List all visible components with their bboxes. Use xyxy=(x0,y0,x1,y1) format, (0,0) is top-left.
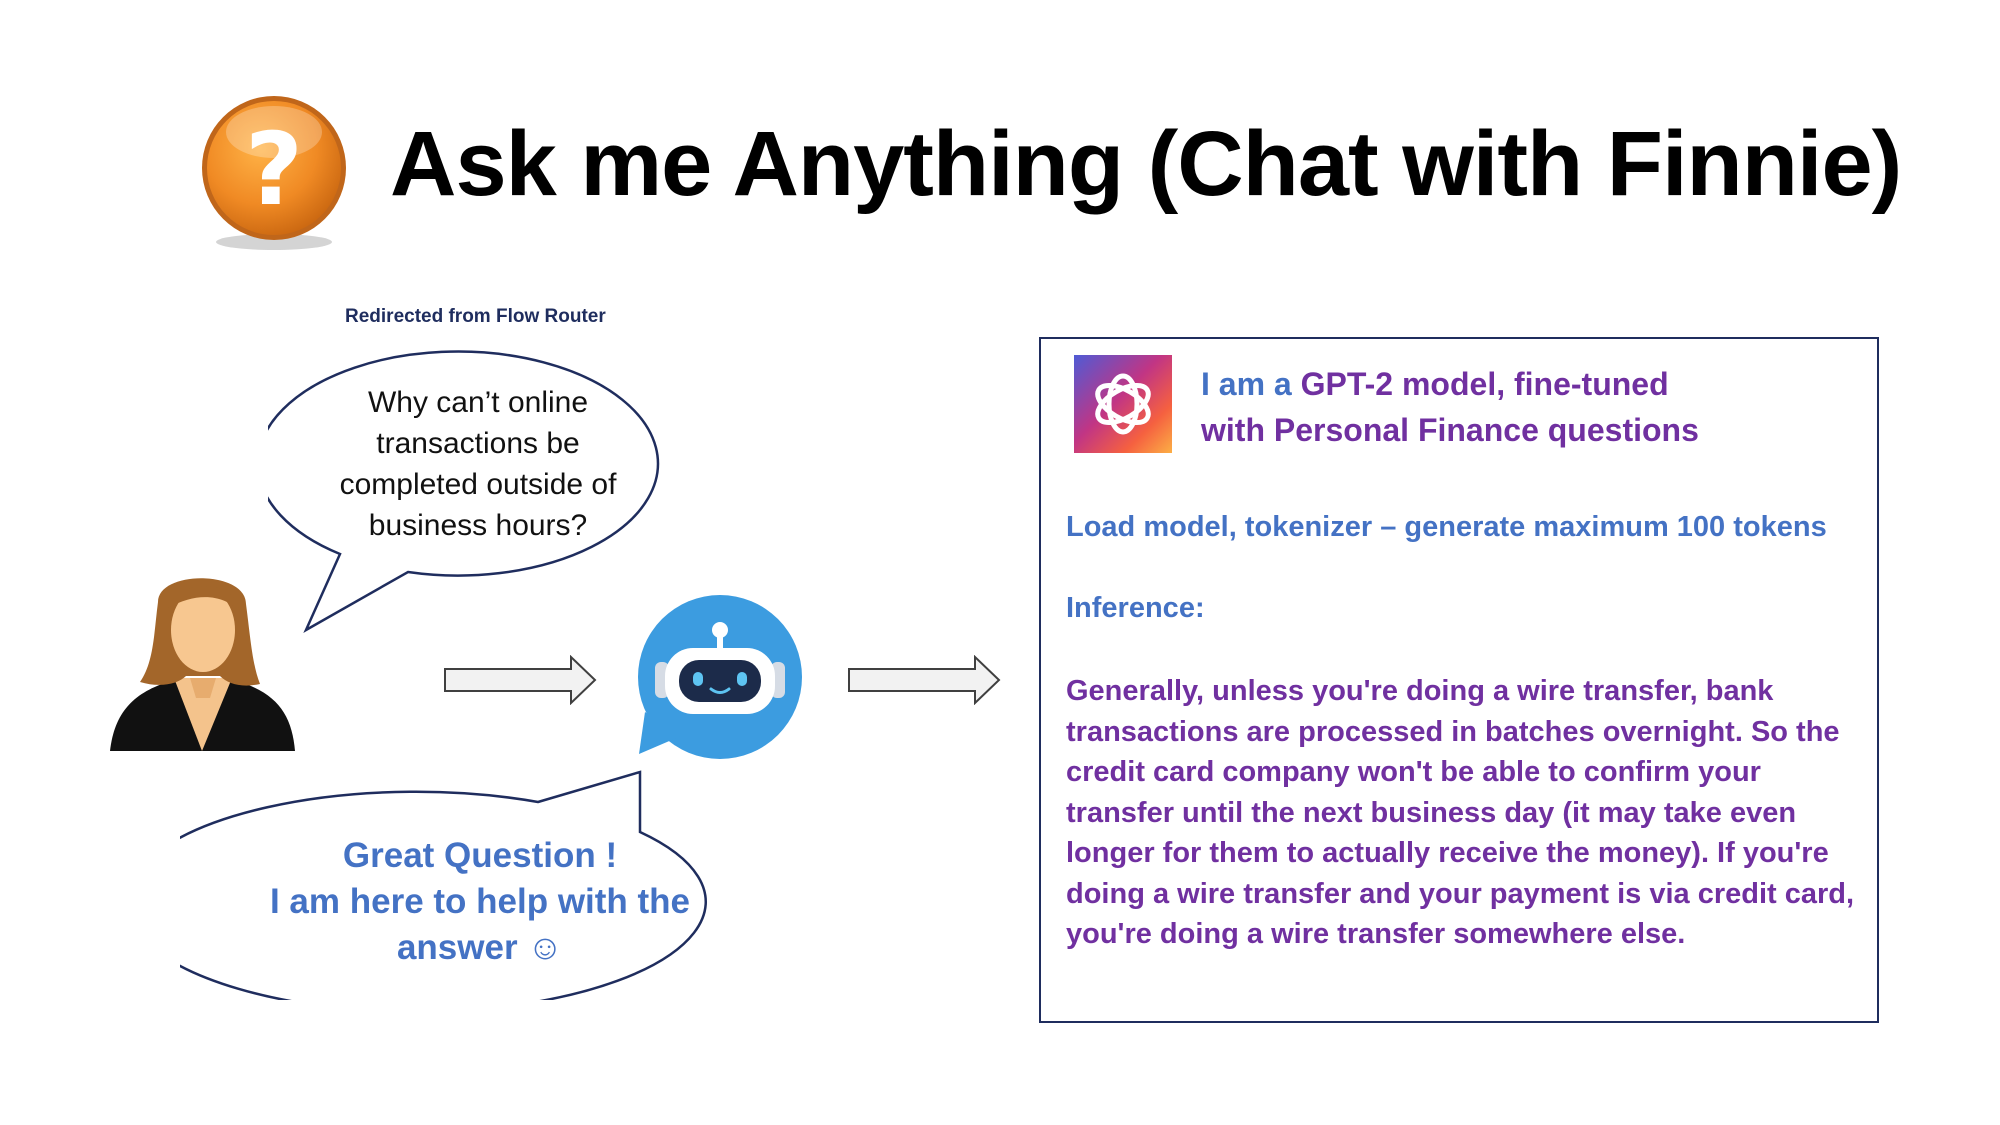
openai-logo-icon xyxy=(1074,355,1172,453)
page-title: Ask me Anything (Chat with Finnie) xyxy=(390,113,1902,215)
arrow-right-icon xyxy=(847,654,1002,706)
bot-reply-text: Great Question ! I am here to help with … xyxy=(230,833,730,971)
panel-heading-part-1: I am a xyxy=(1201,366,1301,402)
bot-reply-line-2: I am here to help with the xyxy=(269,882,691,921)
user-avatar xyxy=(110,566,295,751)
model-answer-text: Generally, unless you're doing a wire tr… xyxy=(1066,675,1855,950)
bot-reply-line-3: answer ☺ xyxy=(396,928,564,967)
flow-router-caption: Redirected from Flow Router xyxy=(345,306,606,327)
panel-heading-part-2: GPT-2 model, fine-tuned xyxy=(1300,366,1669,402)
panel-heading-part-3: with Personal Finance questions xyxy=(1201,412,1699,448)
user-question-text: Why can’t online transactions be complet… xyxy=(339,386,617,542)
panel-heading: I am a GPT-2 model, fine-tuned with Pers… xyxy=(1201,361,1841,453)
svg-text:?: ? xyxy=(245,111,303,228)
chatbot-icon xyxy=(635,592,805,762)
question-mark-icon: ? xyxy=(198,92,350,252)
arrow-right-icon xyxy=(443,654,598,706)
bot-reply-line-1: Great Question ! xyxy=(342,836,618,875)
load-model-line: Load model, tokenizer – generate maximum… xyxy=(1066,511,1827,543)
inference-label: Inference: xyxy=(1066,592,1205,624)
